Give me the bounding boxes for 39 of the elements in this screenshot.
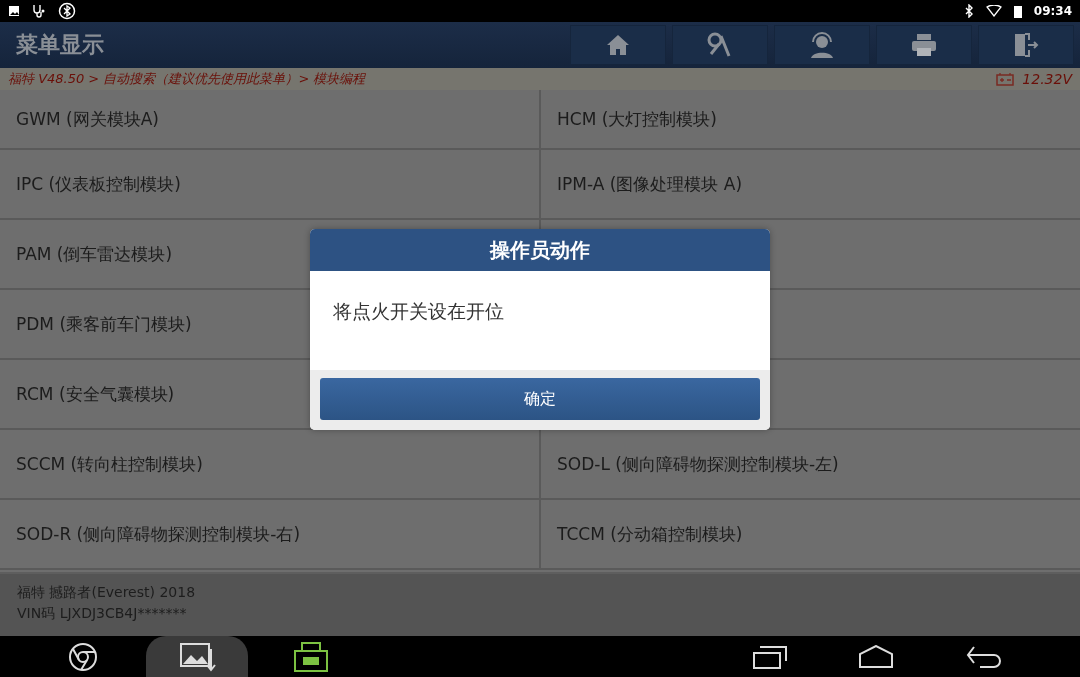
confirm-button[interactable]: 确定 (320, 378, 760, 420)
vci-adapter-icon (293, 640, 329, 673)
back-arrow-icon[interactable] (966, 644, 1002, 669)
page-title: 菜单显示 (16, 31, 105, 59)
dialog-message: 将点火开关设在开位 (332, 299, 505, 324)
breadcrumb-path: 福特 V48.50 > 自动搜索（建议优先使用此菜单）> 模块编程 (8, 70, 366, 88)
module-item[interactable]: SCCM (转向柱控制模块) (0, 430, 539, 498)
module-item[interactable]: IPM-A (图像处理模块 A) (541, 150, 1080, 218)
headset-person-icon (808, 32, 836, 58)
exit-door-icon (1013, 32, 1039, 58)
chrome-circle-icon (68, 641, 98, 672)
module-item[interactable]: HCM (大灯控制模块) (541, 90, 1080, 148)
image-download-icon (177, 640, 217, 673)
stethoscope-icon (32, 4, 46, 18)
wifi-icon (985, 5, 1002, 17)
voltage-reading: 12.32V (1022, 71, 1072, 87)
home-outline-icon[interactable] (858, 644, 894, 669)
toolbar-button[interactable] (570, 25, 666, 65)
home-icon (606, 34, 630, 56)
bluetooth-icon (963, 4, 974, 18)
toolbar-button[interactable] (978, 25, 1074, 65)
toolbar-button[interactable] (774, 25, 870, 65)
taskbar-app-button[interactable] (146, 636, 248, 677)
module-item[interactable]: GWM (网关模块A) (0, 90, 539, 148)
clock-time: 09:34 (1033, 4, 1072, 18)
bluetooth-circle-icon (58, 2, 76, 20)
dialog-title: 操作员动作 (310, 229, 770, 271)
recent-apps-icon[interactable] (752, 644, 788, 669)
tools-icon (707, 32, 733, 58)
image-icon (8, 5, 20, 17)
module-item[interactable]: TCCM (分动箱控制模块) (541, 500, 1080, 568)
battery-icon (1013, 4, 1022, 18)
module-item[interactable]: SOD-R (侧向障碍物探测控制模块-右) (0, 500, 539, 568)
printer-icon (911, 33, 937, 57)
module-item[interactable]: IPC (仪表板控制模块) (0, 150, 539, 218)
toolbar-button[interactable] (672, 25, 768, 65)
toolbar-button[interactable] (876, 25, 972, 65)
car-battery-icon (996, 72, 1015, 86)
module-item[interactable]: SOD-L (侧向障碍物探测控制模块-左) (541, 430, 1080, 498)
